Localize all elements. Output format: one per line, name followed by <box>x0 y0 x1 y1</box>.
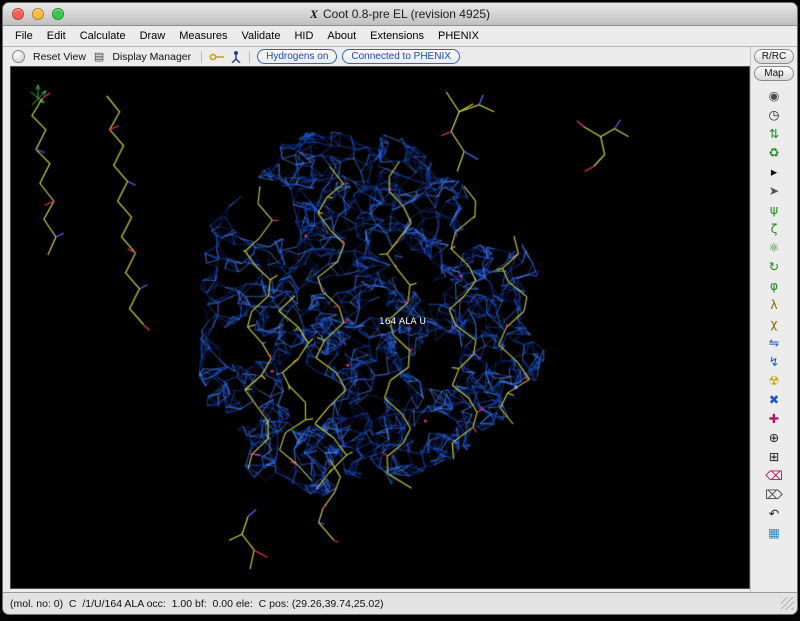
menu-draw[interactable]: Draw <box>133 27 173 45</box>
main-row: Reset View ▤ Display Manager Hydrogens o… <box>3 47 797 592</box>
left-column: Reset View ▤ Display Manager Hydrogens o… <box>3 47 750 592</box>
simple-mutate-icon[interactable]: ✖ <box>757 390 791 409</box>
radioactive-icon[interactable]: ☢ <box>757 371 791 390</box>
molecule-icon[interactable] <box>230 50 242 63</box>
regularize-icon[interactable]: ζ <box>757 219 791 238</box>
display-color-icon[interactable]: ▦ <box>757 523 791 542</box>
rotate-translate-icon[interactable]: ↻ <box>757 257 791 276</box>
clock-icon[interactable]: ◷ <box>757 105 791 124</box>
right-sidebar: R/RC Map ◉◷⇅♻▸➤ψζ⚛↻φλχ⇋↯☢✖✚⊕⊞⌫⌦↶▦ <box>750 47 797 592</box>
sidebar-icon-strip: ◉◷⇅♻▸➤ψζ⚛↻φλχ⇋↯☢✖✚⊕⊞⌫⌦↶▦ <box>757 86 791 542</box>
updown-arrows-icon[interactable]: ⇅ <box>757 124 791 143</box>
chi-angles-icon[interactable]: χ <box>757 314 791 333</box>
statusbar: (mol. no: 0) C /1/U/164 ALA occ: 1.00 bf… <box>3 592 797 614</box>
minimize-button[interactable] <box>32 8 44 20</box>
rrc-mode-button[interactable]: R/RC <box>754 49 794 64</box>
atom-label: 164 ALA U <box>379 317 426 327</box>
menu-calculate[interactable]: Calculate <box>73 27 133 45</box>
toolbar-handle-icon[interactable] <box>12 50 25 63</box>
menubar: FileEditCalculateDrawMeasuresValidateHID… <box>3 26 797 47</box>
status-text: (mol. no: 0) C /1/U/164 ALA occ: 1.00 bf… <box>6 598 384 610</box>
toolbar-separator <box>201 51 202 63</box>
phenix-connection-button[interactable]: Connected to PHENIX <box>342 49 460 64</box>
menu-hid[interactable]: HID <box>287 27 320 45</box>
reset-view-button[interactable]: Reset View <box>30 50 89 64</box>
key-icon[interactable] <box>209 51 225 63</box>
menu-about[interactable]: About <box>320 27 363 45</box>
3d-viewport[interactable]: 164 ALA U <box>10 66 750 589</box>
close-button[interactable] <box>12 8 24 20</box>
add-alt-conf-icon[interactable]: ⊞ <box>757 447 791 466</box>
rotate-view-icon[interactable]: ◉ <box>757 86 791 105</box>
menu-phenix[interactable]: PHENIX <box>431 27 486 45</box>
menu-file[interactable]: File <box>8 27 40 45</box>
titlebar[interactable]: XCoot 0.8-pre EL (revision 4925) <box>3 3 797 26</box>
undo-icon[interactable]: ↶ <box>757 504 791 523</box>
toolbar-separator <box>249 51 250 63</box>
flip-peptide-icon[interactable]: ⇋ <box>757 333 791 352</box>
menu-edit[interactable]: Edit <box>40 27 73 45</box>
resize-grip[interactable] <box>781 597 794 610</box>
x11-icon: X <box>310 7 318 21</box>
menu-validate[interactable]: Validate <box>235 27 288 45</box>
delete-icon[interactable]: ⌦ <box>757 485 791 504</box>
mutate-icon[interactable]: λ <box>757 295 791 314</box>
clear-atom-icon[interactable]: ⌫ <box>757 466 791 485</box>
pointer-arrow-icon[interactable]: ➤ <box>757 181 791 200</box>
play-icon[interactable]: ▸ <box>757 162 791 181</box>
rotamer-icon[interactable]: φ <box>757 276 791 295</box>
pointer-atom-icon[interactable]: ✚ <box>757 409 791 428</box>
map-button[interactable]: Map <box>754 66 794 81</box>
menu-extensions[interactable]: Extensions <box>363 27 431 45</box>
menu-measures[interactable]: Measures <box>172 27 234 45</box>
rigid-body-icon[interactable]: ⚛ <box>757 238 791 257</box>
add-terminal-residue-icon[interactable]: ⊕ <box>757 428 791 447</box>
hydrogens-toggle-button[interactable]: Hydrogens on <box>257 49 337 64</box>
recycle-icon[interactable]: ♻ <box>757 143 791 162</box>
display-manager-button[interactable]: Display Manager <box>109 50 194 64</box>
pepflip-icon[interactable]: ↯ <box>757 352 791 371</box>
display-manager-icon: ▤ <box>94 50 104 63</box>
coot-window: XCoot 0.8-pre EL (revision 4925) FileEdi… <box>2 2 798 615</box>
zoom-button[interactable] <box>52 8 64 20</box>
toolbar: Reset View ▤ Display Manager Hydrogens o… <box>10 47 750 66</box>
real-space-refine-icon[interactable]: ψ <box>757 200 791 219</box>
window-title: XCoot 0.8-pre EL (revision 4925) <box>3 7 797 22</box>
viewport-canvas[interactable] <box>11 67 749 588</box>
